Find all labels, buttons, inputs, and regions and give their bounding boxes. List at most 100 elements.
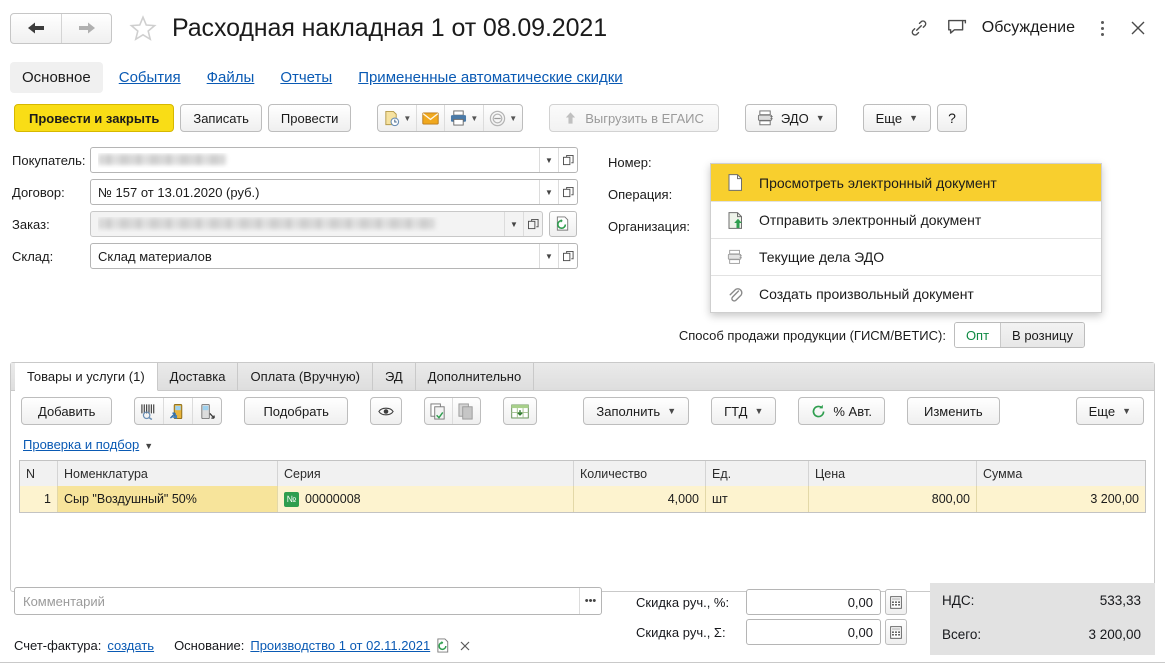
nav-link-auto-discounts[interactable]: Примененные автоматические скидки: [358, 69, 623, 86]
vat-label: НДС:: [942, 592, 975, 608]
post-button[interactable]: Провести: [267, 104, 352, 132]
sales-method-option-wholesale[interactable]: Опт: [954, 323, 1001, 347]
paste-icon: [458, 402, 473, 420]
tab-delivery[interactable]: Доставка: [158, 363, 239, 390]
discussion-label[interactable]: Обсуждение: [982, 19, 1075, 37]
cell-sum[interactable]: 3 200,00: [977, 486, 1145, 512]
contract-input[interactable]: № 157 от 13.01.2020 (руб.) ▼: [90, 179, 578, 205]
footer-links: Счет-фактура: создать Основание: Произво…: [14, 638, 471, 653]
total-value: 3 200,00: [1088, 626, 1141, 642]
check-and-pick-link[interactable]: Проверка и подбор: [23, 437, 139, 452]
create-invoice-link[interactable]: создать: [107, 638, 154, 653]
buyer-input[interactable]: ▼: [90, 147, 578, 173]
cell-nomenclature[interactable]: Сыр "Воздушный" 50%: [58, 486, 278, 512]
spreadsheet-button[interactable]: [502, 397, 537, 425]
nav-link-files[interactable]: Файлы: [207, 69, 255, 86]
view-item-button[interactable]: [369, 397, 402, 425]
sales-method-option-retail[interactable]: В розницу: [1000, 323, 1084, 347]
save-button[interactable]: Записать: [180, 104, 262, 132]
cell-series[interactable]: № 00000008: [278, 486, 574, 512]
nav-link-reports[interactable]: Отчеты: [280, 69, 332, 86]
operation-label: Операция:: [608, 186, 673, 202]
tab-ed[interactable]: ЭД: [373, 363, 416, 390]
menu-item-create-arbitrary-document[interactable]: Создать произвольный документ: [711, 275, 1101, 312]
buyer-dropdown-button[interactable]: ▼: [539, 148, 558, 172]
buyer-open-button[interactable]: [558, 148, 577, 172]
discount-percent-calculator-button[interactable]: [885, 589, 907, 615]
help-button[interactable]: ?: [936, 104, 967, 132]
comment-more-button[interactable]: •••: [579, 588, 601, 614]
back-button[interactable]: [11, 14, 61, 43]
copy-row-button[interactable]: [425, 398, 452, 424]
comment-input[interactable]: Комментарий •••: [14, 587, 602, 615]
report-button[interactable]: ▼: [378, 105, 416, 131]
barcode-scan-button[interactable]: [135, 398, 163, 424]
fill-button[interactable]: Заполнить ▼: [583, 397, 690, 425]
change-button[interactable]: Изменить: [906, 397, 1000, 425]
tab-payment[interactable]: Оплата (Вручную): [238, 363, 373, 390]
tab-additional[interactable]: Дополнительно: [416, 363, 535, 390]
document-send-icon: [725, 211, 745, 229]
post-and-close-button[interactable]: Провести и закрыть: [14, 104, 175, 132]
organization-label: Организация:: [608, 218, 691, 234]
discount-sum-input[interactable]: 0,00: [746, 619, 881, 645]
order-dropdown-button[interactable]: ▼: [504, 212, 523, 236]
warehouse-open-button[interactable]: [558, 244, 577, 268]
menu-item-send-electronic-document[interactable]: Отправить электронный документ: [711, 201, 1101, 238]
tsd-download-button[interactable]: [192, 398, 221, 424]
more-menu-button[interactable]: [1089, 20, 1115, 36]
discount-sum-calculator-button[interactable]: [885, 619, 907, 645]
redacted-value: [98, 153, 226, 165]
nav-link-main[interactable]: Основное: [10, 61, 103, 93]
discount-percent-input[interactable]: 0,00: [746, 589, 881, 615]
chevron-down-icon: ▼: [144, 441, 154, 451]
warehouse-input[interactable]: Склад материалов ▼: [90, 243, 578, 269]
printer-icon: [451, 110, 467, 126]
nav-link-events[interactable]: События: [119, 69, 181, 86]
warehouse-label: Склад:: [12, 248, 54, 264]
pick-items-button[interactable]: Подобрать: [244, 397, 348, 425]
tab-goods-and-services[interactable]: Товары и услуги (1): [15, 363, 158, 391]
paste-row-button[interactable]: [451, 398, 480, 424]
discussion-button[interactable]: [940, 11, 976, 45]
basis-clear-button[interactable]: [459, 640, 471, 652]
menu-item-label: Текущие дела ЭДО: [759, 249, 885, 265]
fill-label: Заполнить: [596, 403, 661, 419]
section-nav: Основное События Файлы Отчеты Примененны…: [0, 56, 1165, 98]
gtd-button[interactable]: ГТД ▼: [711, 397, 777, 425]
copy-link-button[interactable]: [902, 11, 936, 45]
favorite-button[interactable]: [128, 14, 158, 43]
basis-open-button[interactable]: [436, 638, 451, 653]
menu-item-view-electronic-document[interactable]: Просмотреть электронный документ: [711, 164, 1101, 201]
items-more-button[interactable]: Еще ▼: [1075, 397, 1144, 425]
more-button[interactable]: Еще ▼: [862, 104, 931, 132]
fill-from-document-icon: [556, 216, 569, 231]
contract-label: Договор:: [12, 184, 65, 200]
auto-percent-button[interactable]: % Авт.: [798, 397, 885, 425]
contract-open-button[interactable]: [558, 180, 577, 204]
add-item-button[interactable]: Добавить: [21, 397, 113, 425]
order-fill-button[interactable]: [549, 211, 577, 237]
edo-button[interactable]: ЭДО ▼: [744, 104, 837, 132]
edo-dropdown-menu: Просмотреть электронный документ Отправи…: [710, 163, 1102, 313]
upload-egais-button[interactable]: Выгрузить в ЕГАИС: [549, 104, 719, 132]
print-button[interactable]: ▼: [444, 105, 483, 131]
command-bar: Провести и закрыть Записать Провести ▼ ▼…: [0, 98, 1165, 138]
order-open-button[interactable]: [523, 212, 542, 236]
order-input[interactable]: ▼: [90, 211, 543, 237]
email-button[interactable]: [416, 105, 444, 131]
seal-button[interactable]: ▼: [483, 105, 522, 131]
table-row[interactable]: 1 Сыр "Воздушный" 50% № 00000008 4,000 ш…: [20, 486, 1145, 512]
chevron-down-icon: ▼: [815, 112, 825, 123]
close-button[interactable]: [1123, 18, 1153, 38]
cell-quantity[interactable]: 4,000: [574, 486, 706, 512]
forward-button[interactable]: [61, 13, 111, 43]
warehouse-dropdown-button[interactable]: ▼: [539, 244, 558, 268]
order-label: Заказ:: [12, 216, 50, 232]
cell-unit[interactable]: шт: [706, 486, 809, 512]
contract-dropdown-button[interactable]: ▼: [539, 180, 558, 204]
cell-price[interactable]: 800,00: [809, 486, 977, 512]
basis-document-link[interactable]: Производство 1 от 02.11.2021: [250, 638, 430, 653]
tsd-upload-button[interactable]: [163, 398, 192, 424]
menu-item-current-edo-cases[interactable]: Текущие дела ЭДО: [711, 238, 1101, 275]
